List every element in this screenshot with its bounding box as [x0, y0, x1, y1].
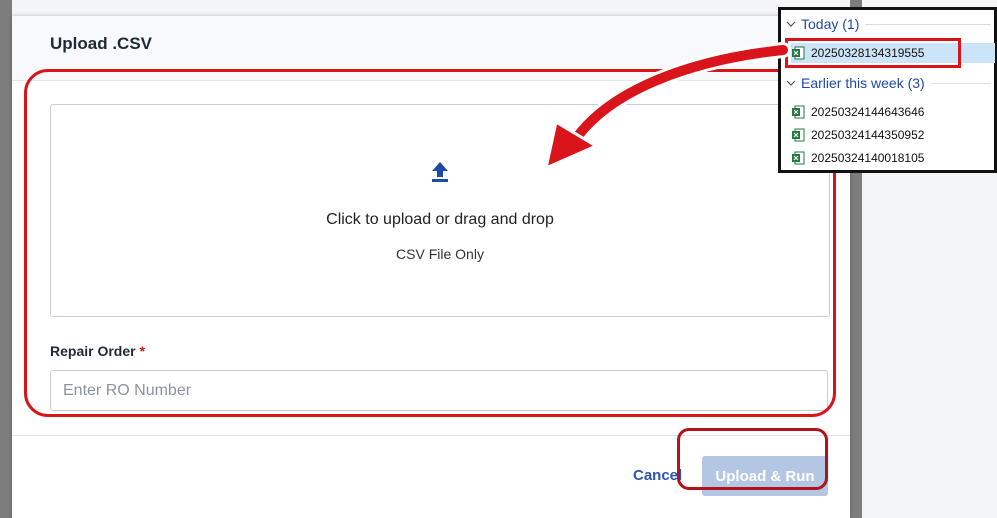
chevron-down-icon [786, 80, 796, 86]
cancel-button[interactable]: Cancel [633, 467, 682, 484]
file-item[interactable]: 20250324140018105 [791, 148, 995, 168]
file-item[interactable]: 20250324144350952 [791, 125, 995, 145]
group-divider [865, 23, 991, 25]
file-name: 20250324144350952 [811, 128, 925, 142]
file-item[interactable]: 20250324144643646 [791, 102, 995, 122]
file-name: 20250324140018105 [811, 151, 925, 165]
group-header-today-label: Today (1) [801, 16, 860, 32]
overlay-edge-left [0, 0, 12, 518]
file-explorer-panel: Today (1) 20250328134319555 Earlier this… [778, 7, 997, 173]
excel-file-icon [792, 151, 805, 165]
excel-file-icon [792, 128, 805, 142]
file-name: 20250324144643646 [811, 105, 925, 119]
modal-title: Upload .CSV [50, 34, 153, 53]
group-header-today[interactable]: Today (1) [785, 14, 995, 34]
excel-file-icon [792, 105, 805, 119]
group-header-earlier-this-week[interactable]: Earlier this week (3) [785, 73, 995, 93]
group-header-earlier-label: Earlier this week (3) [801, 75, 925, 91]
chevron-down-icon [786, 21, 796, 27]
annotation-highlight-form [24, 69, 836, 417]
annotation-highlight-upload-button [677, 428, 828, 490]
group-divider [930, 82, 991, 84]
annotation-highlight-file [785, 38, 961, 68]
